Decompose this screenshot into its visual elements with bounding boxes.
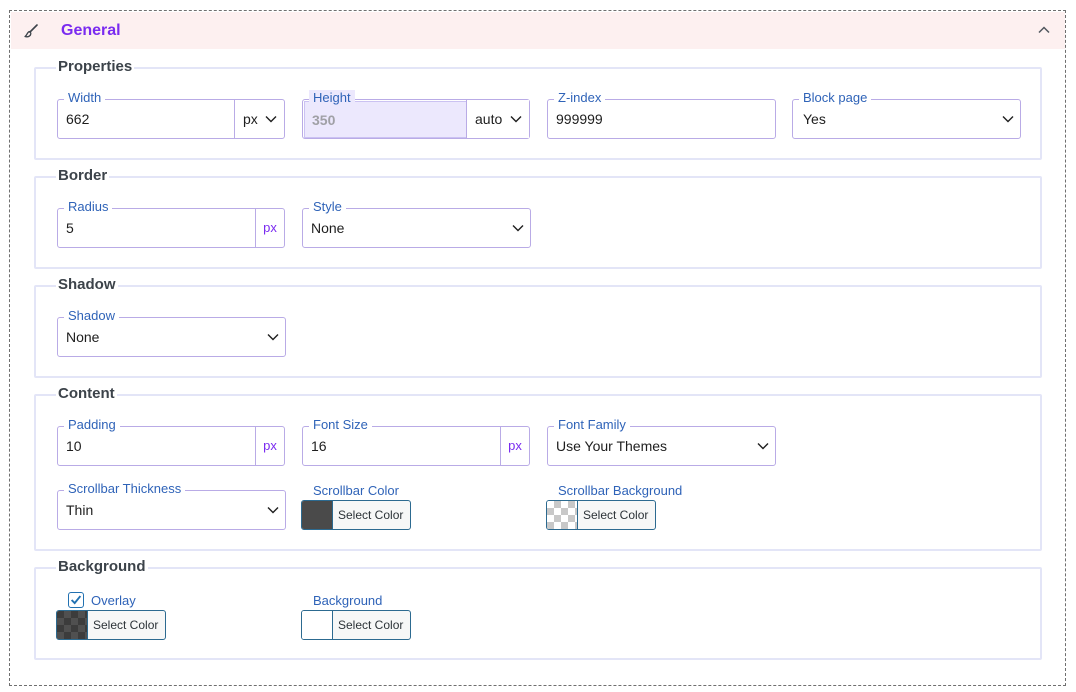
paintbrush-icon bbox=[24, 24, 38, 38]
font-size-field: Font Size 16 px bbox=[302, 417, 530, 466]
checkmark-icon bbox=[70, 595, 82, 605]
height-field: 350 Height auto bbox=[302, 90, 530, 139]
shadow-legend: Shadow bbox=[56, 276, 118, 293]
chevron-down-icon bbox=[757, 443, 769, 450]
scrollbar-thickness-select[interactable]: Scrollbar Thickness Thin bbox=[57, 481, 286, 530]
block-page-value: Yes bbox=[803, 111, 826, 127]
font-family-value: Use Your Themes bbox=[556, 438, 668, 454]
height-value: 350 bbox=[312, 112, 336, 128]
chevron-up-icon[interactable] bbox=[1037, 23, 1051, 37]
border-style-select[interactable]: Style None bbox=[302, 199, 531, 248]
chevron-down-icon bbox=[267, 507, 279, 514]
background-legend: Background bbox=[56, 558, 148, 575]
content-section: Content Padding 10 px Font Size 16 px Fo… bbox=[34, 385, 1042, 551]
overlay-checkbox[interactable] bbox=[68, 592, 84, 608]
overlay-color-swatch bbox=[57, 611, 88, 639]
height-unit-select[interactable]: auto bbox=[466, 100, 529, 138]
zindex-field[interactable]: Z-index 999999 bbox=[547, 90, 776, 139]
background-color-swatch bbox=[302, 611, 333, 639]
shadow-value: None bbox=[66, 329, 100, 345]
font-size-unit: px bbox=[500, 427, 529, 465]
padding-unit: px bbox=[255, 427, 284, 465]
block-page-select[interactable]: Block page Yes bbox=[792, 90, 1021, 139]
chevron-down-icon bbox=[512, 225, 524, 232]
zindex-label: Z-index bbox=[554, 90, 606, 106]
chevron-down-icon bbox=[1002, 116, 1014, 123]
font-size-input[interactable]: 16 bbox=[311, 438, 327, 454]
width-field: Width 662 px bbox=[57, 90, 285, 139]
scrollbar-color-swatch bbox=[302, 501, 333, 529]
chevron-down-icon bbox=[510, 116, 522, 123]
shadow-select[interactable]: Shadow None bbox=[57, 308, 286, 357]
border-style-value: None bbox=[311, 220, 345, 236]
width-unit-select[interactable]: px bbox=[234, 100, 284, 138]
padding-input[interactable]: 10 bbox=[66, 438, 82, 454]
font-size-label: Font Size bbox=[309, 417, 372, 433]
overlay-color-button[interactable]: Select Color bbox=[56, 610, 166, 640]
panel-title: General bbox=[61, 22, 121, 39]
scrollbar-color-label: Scrollbar Color bbox=[313, 483, 399, 498]
chevron-down-icon bbox=[265, 116, 277, 123]
properties-legend: Properties bbox=[56, 58, 135, 75]
shadow-label: Shadow bbox=[64, 308, 119, 324]
radius-unit: px bbox=[255, 209, 284, 247]
height-label: Height bbox=[309, 90, 355, 106]
border-style-label: Style bbox=[309, 199, 346, 215]
border-legend: Border bbox=[56, 167, 110, 184]
scrollbar-background-label: Scrollbar Background bbox=[558, 483, 683, 498]
scrollbar-background-swatch bbox=[547, 501, 578, 529]
font-family-select[interactable]: Font Family Use Your Themes bbox=[547, 417, 776, 466]
background-label: Background bbox=[313, 593, 383, 608]
scrollbar-thickness-label: Scrollbar Thickness bbox=[64, 481, 186, 497]
padding-label: Padding bbox=[64, 417, 120, 433]
font-family-label: Font Family bbox=[554, 417, 630, 433]
shadow-section: Shadow Shadow None bbox=[34, 276, 1042, 378]
content-legend: Content bbox=[56, 385, 117, 402]
width-input[interactable]: 662 bbox=[66, 111, 89, 127]
radius-input[interactable]: 5 bbox=[66, 220, 74, 236]
radius-field: Radius 5 px bbox=[57, 199, 285, 248]
padding-field: Padding 10 px bbox=[57, 417, 285, 466]
background-section: Background Overlay Select Color Backgrou… bbox=[34, 558, 1042, 660]
panel-header[interactable]: General bbox=[11, 12, 1065, 49]
scrollbar-color-button[interactable]: Select Color bbox=[301, 500, 411, 530]
scrollbar-background-button[interactable]: Select Color bbox=[546, 500, 656, 530]
width-label: Width bbox=[64, 90, 106, 106]
chevron-down-icon bbox=[267, 334, 279, 341]
zindex-input[interactable]: 999999 bbox=[556, 111, 603, 127]
border-section: Border Radius 5 px Style None bbox=[34, 167, 1042, 269]
scrollbar-thickness-value: Thin bbox=[66, 502, 94, 518]
properties-section: Properties Width 662 px 350 Height auto … bbox=[34, 58, 1042, 160]
block-page-label: Block page bbox=[799, 90, 872, 106]
radius-label: Radius bbox=[64, 199, 113, 215]
general-panel: General Properties Width 662 px 350 Heig… bbox=[9, 10, 1066, 686]
height-input[interactable]: 350 bbox=[304, 101, 468, 138]
overlay-label: Overlay bbox=[91, 593, 136, 608]
background-color-button[interactable]: Select Color bbox=[301, 610, 411, 640]
